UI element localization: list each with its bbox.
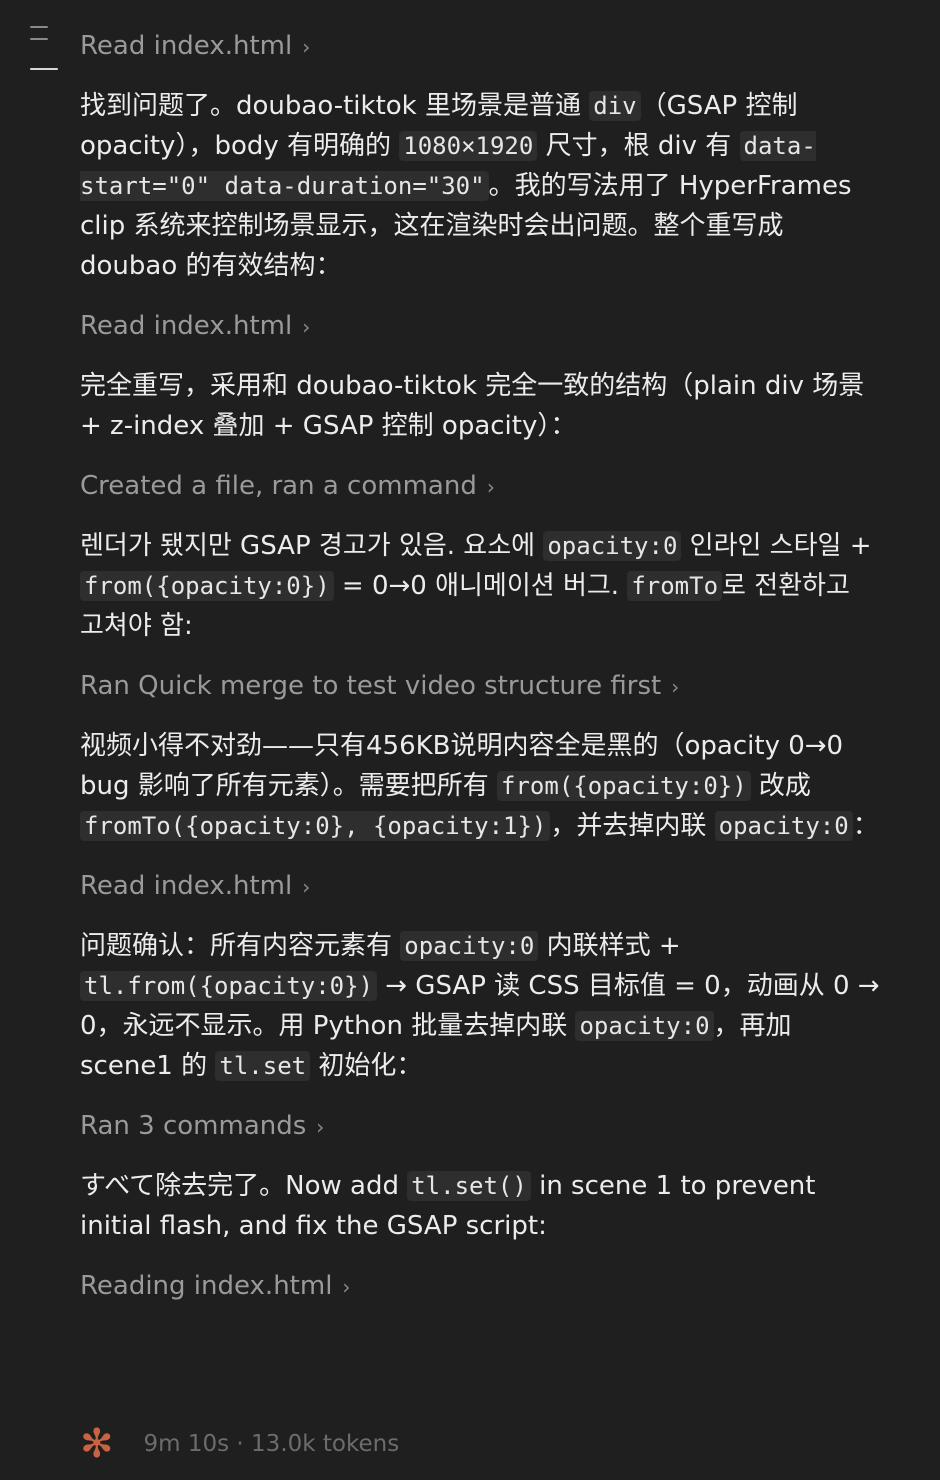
assistant-message: 视频小得不对劲——只有456KB说明内容全是黑的（opacity 0→0 bug… — [80, 726, 880, 846]
chevron-right-icon: › — [302, 875, 311, 899]
tool-call-read-index[interactable]: Read index.html › — [80, 306, 880, 346]
message-text: 改成 — [750, 771, 811, 801]
inline-code: from({opacity:0}) — [80, 571, 334, 601]
inline-code: from({opacity:0}) — [497, 771, 751, 801]
sidebar-rail — [30, 26, 62, 80]
tool-call-label: Ran 3 commands — [80, 1111, 307, 1141]
message-text: 问题确认：所有内容元素有 — [80, 931, 401, 961]
message-text: 尺寸，根 div 有 — [537, 131, 740, 161]
inline-code: opacity:0 — [714, 811, 853, 841]
inline-code: div — [589, 91, 641, 121]
assistant-message: 找到问题了。doubao-tiktok 里场景是普通 div （GSAP 控制 o… — [80, 86, 880, 286]
inline-code: opacity:0 — [400, 931, 539, 961]
message-text: 인라인 스타일 + — [681, 531, 872, 561]
inline-code: 1080×1920 — [399, 131, 538, 161]
chevron-right-icon: › — [302, 315, 311, 339]
status-bar: ✻ 9m 10s · 13.0k tokens — [80, 1424, 399, 1464]
tool-call-ran-commands[interactable]: Ran 3 commands › — [80, 1106, 880, 1146]
rail-tick — [30, 26, 48, 28]
message-text: ，并去掉内联 — [550, 811, 715, 841]
message-text: 找到问题了。doubao-tiktok 里场景是普通 — [80, 91, 590, 121]
assistant-message: 完全重写，采用和 doubao-tiktok 完全一致的结构（plain div… — [80, 366, 880, 446]
tool-call-read-index[interactable]: Read index.html › — [80, 866, 880, 906]
tool-call-label: Ran Quick merge to test video structure … — [80, 671, 662, 701]
assistant-message: すべて除去完了。Now add tl.set() in scene 1 to p… — [80, 1166, 880, 1246]
inline-code: fromTo({opacity:0}, {opacity:1}) — [80, 811, 551, 841]
elapsed-tokens-status: 9m 10s · 13.0k tokens — [143, 1431, 400, 1457]
message-text: 完全重写，采用和 doubao-tiktok 完全一致的结构（plain div… — [80, 371, 865, 441]
message-text: = 0→0 애니메이션 버그. — [333, 571, 628, 601]
inline-code: tl.from({opacity:0}) — [80, 971, 377, 1001]
chevron-right-icon: › — [486, 475, 495, 499]
tool-call-read-index[interactable]: Read index.html › — [80, 26, 880, 66]
inline-code: fromTo — [627, 571, 723, 601]
inline-code: tl.set() — [407, 1171, 531, 1201]
message-text: 初始化： — [310, 1051, 423, 1081]
spinner-spark-icon: ✻ — [80, 1421, 114, 1467]
tool-call-created-file[interactable]: Created a file, ran a command › — [80, 466, 880, 506]
chevron-right-icon: › — [342, 1275, 351, 1299]
tool-call-label: Read index.html — [80, 871, 293, 901]
tool-call-label: Created a file, ran a command — [80, 471, 477, 501]
tool-call-label: Reading index.html — [80, 1271, 333, 1301]
chevron-right-icon: › — [302, 35, 311, 59]
tool-call-quick-merge[interactable]: Ran Quick merge to test video structure … — [80, 666, 880, 706]
inline-code: opacity:0 — [543, 531, 682, 561]
tool-call-label: Read index.html — [80, 31, 293, 61]
tool-call-reading-index[interactable]: Reading index.html › — [80, 1266, 880, 1306]
message-text: 内联样式 + — [538, 931, 681, 961]
tool-call-label: Read index.html — [80, 311, 293, 341]
message-text: すべて除去完了。Now add — [80, 1171, 408, 1201]
inline-code: tl.set — [215, 1051, 311, 1081]
conversation-feed: Read index.html › 找到问题了。doubao-tiktok 里场景… — [80, 26, 880, 1326]
message-text: ： — [852, 811, 879, 841]
rail-active-tick — [30, 68, 58, 70]
chevron-right-icon: › — [316, 1115, 325, 1139]
rail-tick — [30, 38, 48, 40]
chevron-right-icon: › — [671, 675, 680, 699]
message-text: 렌더가 됐지만 GSAP 경고가 있음. 요소에 — [80, 531, 544, 561]
assistant-message: 렌더가 됐지만 GSAP 경고가 있음. 요소에 opacity:0 인라인 스… — [80, 526, 880, 646]
assistant-message: 问题确认：所有内容元素有 opacity:0 内联样式 + tl.from({o… — [80, 926, 880, 1086]
inline-code: opacity:0 — [575, 1011, 714, 1041]
